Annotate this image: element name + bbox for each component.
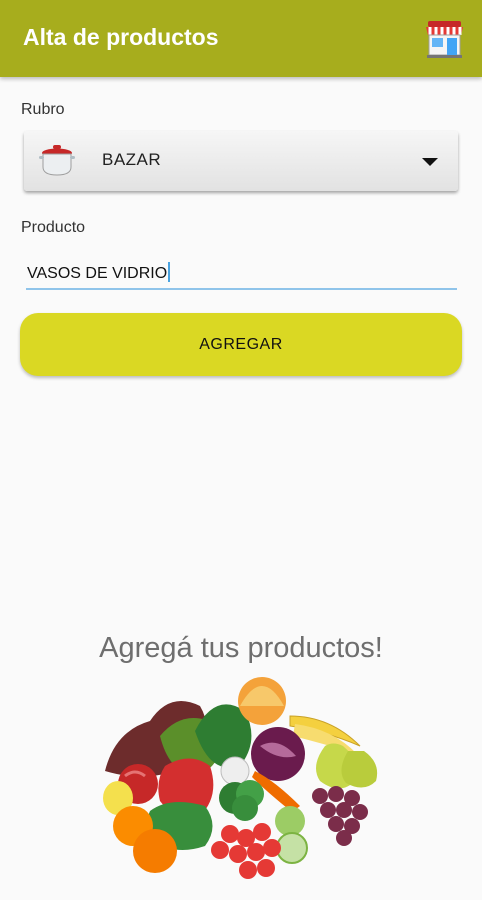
text-caret [168, 262, 171, 282]
dropdown-arrow-icon [422, 158, 438, 166]
app-bar: Alta de productos [0, 0, 482, 77]
promo-text: Agregá tus productos! [99, 632, 383, 664]
page-title: Alta de productos [23, 24, 219, 50]
producto-input[interactable]: VASOS DE VIDRIO [26, 256, 457, 290]
agregar-button[interactable]: AGREGAR [20, 313, 462, 376]
producto-label: Producto [21, 219, 86, 236]
rubro-dropdown[interactable]: BAZAR [24, 131, 458, 191]
producto-input-value: VASOS DE VIDRIO [27, 262, 171, 283]
rubro-label: Rubro [21, 101, 65, 118]
rubro-selected-value: BAZAR [102, 150, 162, 169]
vegetables-illustration [103, 677, 378, 879]
store-icon[interactable] [423, 17, 466, 60]
pot-icon [39, 145, 75, 176]
